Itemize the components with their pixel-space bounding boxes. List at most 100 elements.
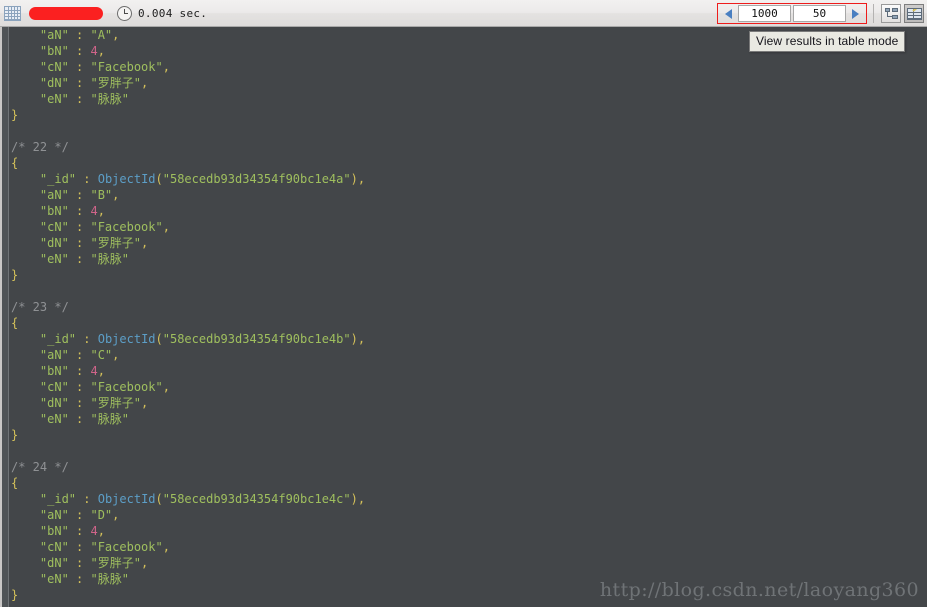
json-comma: , [97,44,105,58]
json-doc-end: } [11,267,365,283]
paren-close: ) [350,492,358,506]
json-comma: , [97,524,105,538]
json-colon: : [68,524,91,538]
tree-view-icon [885,8,898,20]
json-field-line: "_id" : ObjectId("58ecedb93d34354f90bc1e… [11,171,365,187]
paren-close: ) [350,172,358,186]
skip-input[interactable] [738,5,791,22]
json-close-brace: } [11,588,19,602]
json-field-line: "aN" : "A", [11,27,365,43]
json-colon: : [68,188,91,202]
document-index-comment: /* 22 */ [11,140,69,154]
objectid-fn: ObjectId [97,332,156,346]
objectid-value: "58ecedb93d34354f90bc1e4a" [162,172,351,186]
json-key: "aN" [11,28,69,42]
json-comma: , [97,204,105,218]
json-string-value: "脉脉" [90,572,129,586]
chevron-left-icon [725,8,732,19]
json-key: "aN" [11,188,69,202]
json-close-brace: } [11,428,19,442]
json-colon: : [68,348,91,362]
table-grid-icon[interactable] [4,5,21,21]
objectid-value: "58ecedb93d34354f90bc1e4b" [162,332,351,346]
json-comma: , [162,540,170,554]
json-doc-end: } [11,107,365,123]
json-field-line: "eN" : "脉脉" [11,571,365,587]
json-field-line: "eN" : "脉脉" [11,411,365,427]
json-string-value: "脉脉" [90,92,129,106]
json-colon: : [68,556,91,570]
limit-input[interactable] [793,5,846,22]
document-index-comment: /* 24 */ [11,460,69,474]
json-number-value: 4 [90,44,98,58]
document-comment-line: /* 24 */ [11,459,365,475]
table-mode-button[interactable] [904,4,924,23]
json-key: "cN" [11,220,69,234]
json-colon: : [68,396,91,410]
objectid-value: "58ecedb93d34354f90bc1e4c" [162,492,351,506]
json-field-line: "eN" : "脉脉" [11,251,365,267]
json-colon: : [68,44,91,58]
json-colon: : [68,572,91,586]
json-key: "aN" [11,348,69,362]
json-string-value: "脉脉" [90,252,129,266]
results-toolbar: 0.004 sec. [0,0,927,27]
json-comma: , [112,348,120,362]
toolbar-divider [873,4,874,23]
json-string-value: "Facebook" [90,540,163,554]
json-string-value: "罗胖子" [90,76,141,90]
objectid-fn: ObjectId [97,492,156,506]
json-doc-end: } [11,427,365,443]
prev-page-button[interactable] [720,5,737,22]
json-doc-end: } [11,587,365,603]
json-string-value: "C" [90,348,113,362]
json-key: "cN" [11,380,69,394]
json-string-value: "罗胖子" [90,396,141,410]
json-field-line: "bN" : 4, [11,523,365,539]
json-string-value: "罗胖子" [90,236,141,250]
json-comma: , [112,28,120,42]
json-comma: , [162,220,170,234]
json-colon: : [68,92,91,106]
json-string-value: "Facebook" [90,60,163,74]
json-colon: : [76,172,98,186]
json-key: "bN" [11,44,69,58]
json-field-line: "bN" : 4, [11,203,365,219]
document-index-comment: /* 23 */ [11,300,69,314]
json-key: "dN" [11,556,69,570]
json-open-brace: { [11,156,19,170]
json-colon: : [68,236,91,250]
execution-time-label: 0.004 sec. [138,6,208,20]
json-colon: : [68,412,91,426]
json-key: "_id" [11,492,77,506]
results-json-pane[interactable]: "aN" : "A", "bN" : 4, "cN" : "Facebook",… [0,27,927,607]
json-doc-start: { [11,315,365,331]
json-field-line: "eN" : "脉脉" [11,91,365,107]
json-comma: , [140,396,149,410]
json-string-value: "罗胖子" [90,556,141,570]
tree-mode-button[interactable] [881,4,901,23]
json-key: "dN" [11,236,69,250]
json-key: "_id" [11,332,77,346]
json-field-line: "bN" : 4, [11,363,365,379]
json-key: "aN" [11,508,69,522]
pagination-group [717,3,867,24]
json-field-line: "cN" : "Facebook", [11,539,365,555]
json-number-value: 4 [90,524,98,538]
json-field-line: "aN" : "B", [11,187,365,203]
next-page-button[interactable] [847,5,864,22]
json-comma: , [357,492,366,506]
watermark-url: http://blog.csdn.net/laoyang360 [599,579,919,601]
paren-open: ( [155,332,163,346]
json-colon: : [68,204,91,218]
json-number-value: 4 [90,204,98,218]
json-colon: : [68,220,91,234]
table-view-icon [907,8,922,20]
json-key: "_id" [11,172,77,186]
json-field-line: "cN" : "Facebook", [11,379,365,395]
json-field-line: "dN" : "罗胖子", [11,75,365,91]
result-viewer-window: 0.004 sec. 1000 50 View results in table… [0,0,927,607]
json-key: "eN" [11,252,69,266]
json-open-brace: { [11,316,19,330]
